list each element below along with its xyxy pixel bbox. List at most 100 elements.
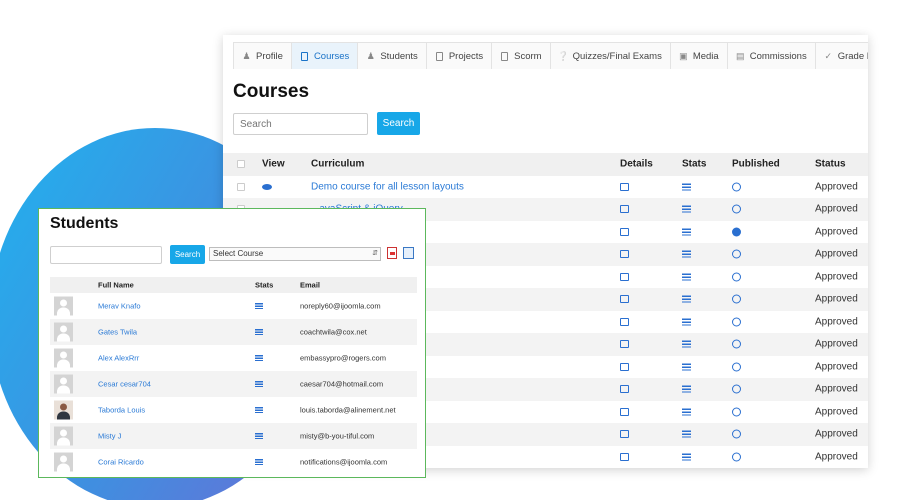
published-check-icon[interactable]: [732, 294, 741, 304]
users-icon: ♟: [366, 50, 375, 61]
edit-icon[interactable]: [620, 182, 629, 191]
student-name-link[interactable]: Taborda Louis: [98, 406, 145, 415]
published-check-icon[interactable]: [732, 384, 741, 394]
edit-icon[interactable]: [620, 430, 629, 439]
user-icon: ♟: [242, 50, 251, 61]
tab-grade-essays[interactable]: ✓ Grade Essays: [814, 42, 868, 69]
student-email: louis.taborda@alinement.net: [300, 405, 396, 415]
avatar: [54, 452, 73, 472]
student-search-input[interactable]: [50, 246, 162, 264]
tab-projects[interactable]: Projects: [425, 42, 493, 69]
stats-list-icon[interactable]: [255, 459, 263, 465]
stats-list-icon[interactable]: [682, 250, 691, 258]
csv-export-icon[interactable]: [403, 247, 414, 259]
stats-list-icon[interactable]: [682, 205, 691, 213]
avatar: [54, 374, 73, 394]
tab-commissions[interactable]: ▤ Commissions: [726, 42, 816, 69]
curriculum-link[interactable]: Demo course for all lesson layouts: [311, 181, 464, 192]
published-check-icon[interactable]: [732, 204, 741, 214]
header-status: Status: [815, 158, 846, 170]
published-check-icon[interactable]: [732, 182, 741, 192]
avatar: [54, 400, 73, 420]
tab-label: Projects: [448, 50, 484, 62]
edit-icon[interactable]: [620, 317, 629, 326]
edit-icon[interactable]: [620, 205, 629, 214]
header-email: Email: [300, 280, 321, 290]
edit-icon[interactable]: [620, 385, 629, 394]
stats-list-icon[interactable]: [682, 295, 691, 303]
status-text: Approved: [815, 203, 858, 215]
edit-icon[interactable]: [620, 250, 629, 259]
tab-profile[interactable]: ♟ Profile: [233, 42, 292, 69]
published-check-icon[interactable]: [732, 407, 741, 417]
student-name-link[interactable]: Corai Ricardo: [98, 458, 144, 467]
stats-list-icon[interactable]: [682, 453, 691, 461]
tab-label: Courses: [313, 50, 350, 62]
stats-list-icon[interactable]: [682, 430, 691, 438]
search-input[interactable]: [233, 113, 368, 135]
stats-list-icon[interactable]: [682, 385, 691, 393]
stats-list-icon[interactable]: [255, 433, 263, 439]
eye-icon[interactable]: [262, 183, 272, 190]
unpublished-x-icon[interactable]: [732, 227, 741, 237]
student-search-button[interactable]: Search: [170, 245, 205, 264]
edit-icon[interactable]: [620, 340, 629, 349]
search-button[interactable]: Search: [377, 112, 420, 135]
published-check-icon[interactable]: [732, 249, 741, 259]
student-name-link[interactable]: Gates Twila: [98, 328, 137, 337]
status-text: Approved: [815, 451, 858, 463]
tab-students[interactable]: ♟ Students: [357, 42, 427, 69]
stats-list-icon[interactable]: [255, 303, 263, 309]
tab-label: Media: [692, 50, 719, 62]
student-name-link[interactable]: Alex AlexRrr: [98, 354, 139, 363]
tab-bar: ♟ Profile Courses ♟ Students Projects Sc…: [233, 42, 868, 69]
header-published: Published: [732, 158, 780, 170]
edit-icon[interactable]: [620, 295, 629, 304]
edit-icon[interactable]: [620, 272, 629, 281]
pdf-export-icon[interactable]: [387, 247, 397, 259]
tab-label: Grade Essays: [837, 50, 868, 62]
select-course-dropdown[interactable]: Select Course ⇵: [209, 247, 381, 261]
tab-scorm[interactable]: Scorm: [491, 42, 551, 69]
stats-list-icon[interactable]: [682, 363, 691, 371]
published-check-icon[interactable]: [732, 452, 741, 462]
stats-list-icon[interactable]: [255, 355, 263, 361]
tab-media[interactable]: ▣ Media: [669, 42, 728, 69]
stats-list-icon[interactable]: [255, 407, 263, 413]
edit-icon[interactable]: [620, 407, 629, 416]
published-check-icon[interactable]: [732, 339, 741, 349]
stats-list-icon[interactable]: [255, 329, 263, 335]
status-text: Approved: [815, 406, 858, 418]
table-row: Misty J misty@b-you-tiful.com: [50, 423, 417, 449]
tab-courses[interactable]: Courses: [290, 42, 359, 69]
status-text: Approved: [815, 181, 858, 193]
student-name-link[interactable]: Misty J: [98, 432, 121, 441]
file-icon: [435, 51, 444, 61]
published-check-icon[interactable]: [732, 429, 741, 439]
image-icon: ▣: [679, 50, 688, 61]
stats-list-icon[interactable]: [682, 340, 691, 348]
stats-list-icon[interactable]: [682, 408, 691, 416]
stats-list-icon[interactable]: [255, 381, 263, 387]
stats-list-icon[interactable]: [682, 318, 691, 326]
status-text: Approved: [815, 248, 858, 260]
edit-icon[interactable]: [620, 227, 629, 236]
stats-list-icon[interactable]: [682, 183, 691, 191]
student-email: embassypro@rogers.com: [300, 353, 386, 363]
published-check-icon[interactable]: [732, 362, 741, 372]
header-details: Details: [620, 158, 653, 170]
document-icon: [300, 51, 309, 61]
published-check-icon[interactable]: [732, 317, 741, 327]
published-check-icon[interactable]: [732, 272, 741, 282]
student-email: misty@b-you-tiful.com: [300, 431, 375, 441]
edit-icon[interactable]: [620, 452, 629, 461]
stats-list-icon[interactable]: [682, 273, 691, 281]
stats-list-icon[interactable]: [682, 228, 691, 236]
student-name-link[interactable]: Merav Knafo: [98, 302, 141, 311]
select-all-checkbox[interactable]: [237, 160, 245, 169]
edit-icon[interactable]: [620, 362, 629, 371]
tab-quizzes[interactable]: ❔ Quizzes/Final Exams: [549, 42, 671, 69]
tab-label: Quizzes/Final Exams: [572, 50, 662, 62]
student-name-link[interactable]: Cesar cesar704: [98, 380, 151, 389]
row-checkbox[interactable]: [237, 182, 245, 191]
